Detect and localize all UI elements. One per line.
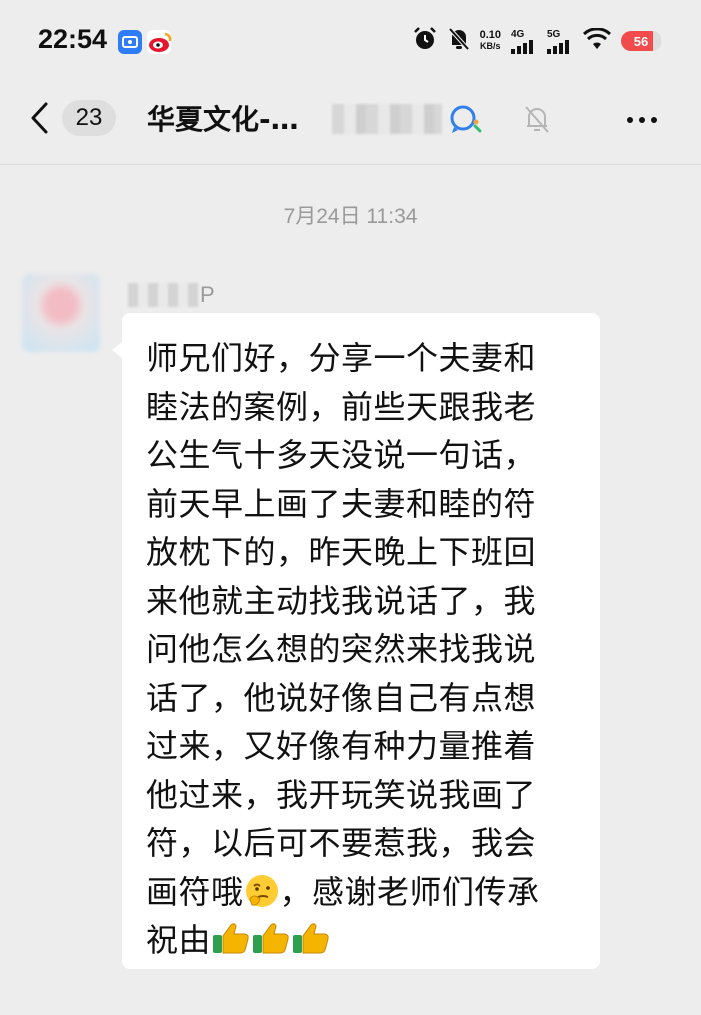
message-line: 来他就主动找我说话了，我	[146, 581, 537, 620]
message-text[interactable]: 师兄们好，分享一个夫妻和 睦法的案例，前些天跟我老 公生气十多天没说一句话， 前…	[146, 334, 586, 965]
message-line: 祝由	[146, 916, 586, 965]
mute-bell-icon	[448, 26, 470, 56]
battery-empty-part	[653, 31, 661, 51]
message-line-part: 画符哦	[146, 872, 244, 911]
message-line-part: 祝由	[146, 921, 212, 959]
back-button[interactable]	[26, 98, 58, 138]
network-speed: 0.10 KB/s	[480, 30, 501, 52]
mute-bell-icon[interactable]	[522, 102, 552, 136]
message-line: 符，以后可不要惹我，我会	[146, 824, 537, 862]
search-icon[interactable]	[446, 100, 486, 140]
message-timestamp: 7月24日 11:34	[283, 205, 418, 228]
message-line: 话了，他说好像自己有点想	[146, 678, 537, 717]
thumbs-up-emoji-icon	[291, 919, 331, 971]
alarm-icon	[412, 26, 438, 56]
sender-name-suffix: P	[200, 282, 215, 307]
signal-bars-icon	[511, 39, 533, 54]
message-line: 公生气十多天没说一句话，	[146, 436, 537, 474]
message-line: 过来，又好像有种力量推着	[146, 727, 537, 765]
message-line: 他过来，我开玩笑说我画了	[146, 775, 537, 814]
status-bar: 22:54 0.10 KB/s 4G 5G 56	[0, 0, 701, 80]
unread-count-badge[interactable]: 23	[62, 100, 116, 136]
wifi-icon	[582, 27, 612, 54]
signal-5g: 5G	[547, 29, 573, 54]
message-line: 睦法的案例，前些天跟我老	[146, 387, 537, 426]
redacted-title-part	[332, 104, 442, 134]
sender-avatar[interactable]	[22, 274, 100, 352]
network-speed-value: 0.10	[479, 29, 501, 41]
chat-header: 23 华夏文化-…	[0, 80, 701, 165]
signal-5g-label: 5G	[547, 28, 561, 40]
battery-level: 56	[633, 33, 649, 49]
message-line: 放枕下的，昨天晚上下班回	[146, 533, 537, 571]
sender-name: P	[128, 282, 215, 308]
chat-title[interactable]: 华夏文化-…	[147, 98, 299, 138]
thumbs-up-emoji-icon	[211, 919, 251, 971]
message-line: 问他怎么想的突然来找我说	[146, 630, 537, 668]
more-icon[interactable]	[622, 100, 662, 140]
message-line: 前天早上画了夫妻和睦的符	[146, 484, 537, 523]
back-chevron-icon	[31, 102, 48, 134]
status-time: 22:54	[38, 24, 108, 54]
message-line: 画符哦 ，感谢老师们传承	[146, 868, 586, 917]
battery-icon: 56	[621, 31, 661, 51]
message-line-part: ，感谢老师们传承	[279, 872, 540, 911]
redacted-sender-name	[128, 283, 198, 307]
signal-4g-label: 4G	[511, 28, 525, 40]
app-notification-icon	[118, 30, 142, 54]
signal-bars-icon	[547, 39, 569, 54]
thumbs-up-emoji-icon	[251, 919, 291, 971]
message-line: 师兄们好，分享一个夫妻和	[146, 339, 537, 377]
status-icons: 0.10 KB/s 4G 5G 56	[412, 24, 661, 58]
network-speed-unit: KB/s	[480, 41, 501, 51]
weibo-icon	[147, 30, 172, 54]
thinking-emoji-icon	[244, 873, 280, 923]
signal-4g: 4G	[511, 29, 537, 54]
